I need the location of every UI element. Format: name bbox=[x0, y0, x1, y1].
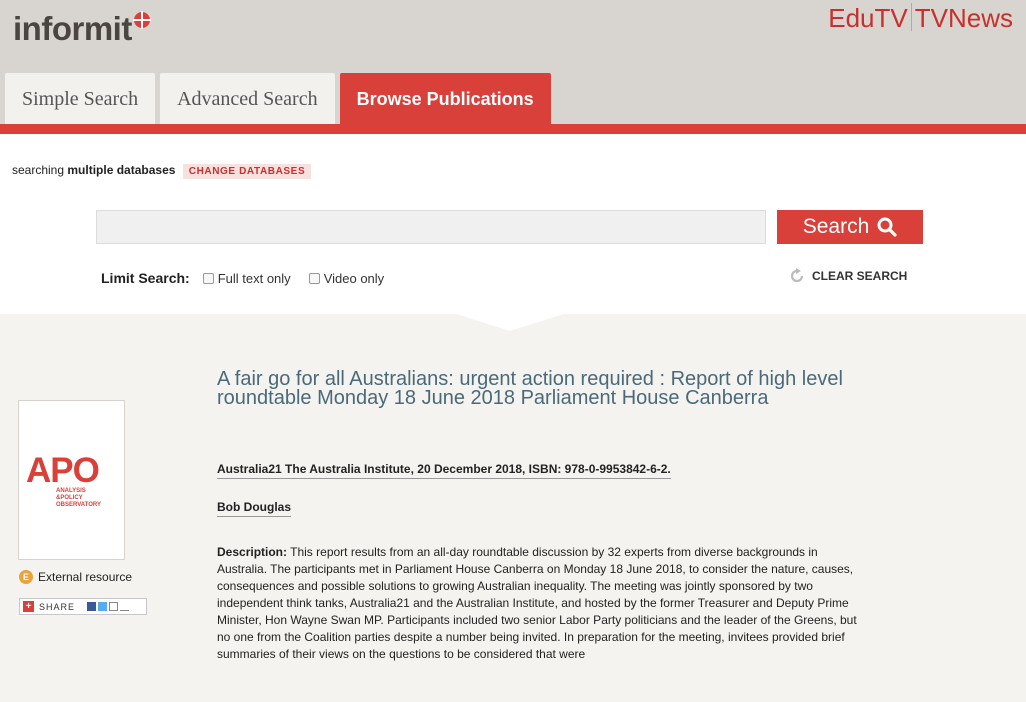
description-label: Description: bbox=[217, 545, 288, 559]
full-text-label[interactable]: Full text only bbox=[218, 271, 291, 286]
publication-description: Description: This report results from an… bbox=[217, 544, 867, 663]
tab-underline bbox=[0, 124, 1026, 134]
change-databases-button[interactable]: CHANGE DATABASES bbox=[182, 164, 312, 179]
top-links: EduTV TVNews bbox=[828, 3, 1013, 34]
share-label: SHARE bbox=[39, 601, 76, 612]
site-header: informit EduTV TVNews Simple Search Advan… bbox=[0, 0, 1026, 127]
description-text: This report results from an all-day roun… bbox=[217, 545, 857, 661]
more-icon[interactable] bbox=[120, 602, 130, 611]
publication-cover[interactable]: APO ANALYSIS &POLICY OBSERVATORY bbox=[18, 400, 125, 560]
panel-pointer bbox=[453, 313, 567, 331]
publication-meta[interactable]: Australia21 The Australia Institute, 20 … bbox=[217, 462, 671, 479]
twitter-icon[interactable] bbox=[98, 602, 108, 611]
search-tabs: Simple Search Advanced Search Browse Pub… bbox=[5, 73, 556, 125]
tab-browse-publications[interactable]: Browse Publications bbox=[339, 73, 551, 125]
facebook-icon[interactable] bbox=[87, 602, 97, 611]
db-prefix: searching bbox=[12, 163, 65, 177]
search-button-label: Search bbox=[802, 215, 870, 238]
publication-title[interactable]: A fair go for all Australians: urgent ac… bbox=[217, 369, 897, 408]
refresh-icon bbox=[790, 268, 804, 283]
cover-subtitle: ANALYSIS &POLICY OBSERVATORY bbox=[56, 488, 101, 509]
link-divider bbox=[910, 3, 912, 31]
share-plus-icon: + bbox=[23, 601, 34, 612]
tab-advanced-search[interactable]: Advanced Search bbox=[160, 73, 335, 125]
cover-logo: APO bbox=[26, 451, 100, 490]
tab-simple-search[interactable]: Simple Search bbox=[5, 73, 156, 125]
search-input[interactable] bbox=[96, 210, 766, 244]
database-selection: searching multiple databases CHANGE DATA… bbox=[12, 163, 312, 179]
search-button[interactable]: Search bbox=[777, 210, 923, 244]
cover-sub-line: &POLICY bbox=[56, 495, 83, 501]
video-only-checkbox[interactable] bbox=[308, 272, 320, 284]
tvnews-link[interactable]: TVNews bbox=[915, 3, 1013, 33]
share-button[interactable]: + SHARE bbox=[19, 598, 147, 615]
external-resource[interactable]: E External resource bbox=[19, 570, 132, 584]
logo-text: informit bbox=[13, 10, 132, 47]
search-icon bbox=[877, 217, 897, 237]
publication-author[interactable]: Bob Douglas bbox=[217, 500, 291, 517]
limit-search: Limit Search: Full text only Video only bbox=[101, 270, 402, 286]
logo-mark-icon bbox=[133, 11, 151, 29]
informit-logo[interactable]: informit bbox=[13, 10, 151, 48]
full-text-checkbox[interactable] bbox=[202, 272, 214, 284]
cover-sub-line: OBSERVATORY bbox=[56, 502, 102, 508]
external-resource-label: External resource bbox=[38, 570, 133, 584]
db-selected: multiple databases bbox=[67, 163, 176, 177]
limit-search-label: Limit Search: bbox=[101, 270, 190, 286]
email-icon[interactable] bbox=[109, 602, 119, 611]
clear-search-label: CLEAR SEARCH bbox=[812, 269, 908, 283]
edutv-link[interactable]: EduTV bbox=[828, 3, 908, 33]
video-only-label[interactable]: Video only bbox=[324, 271, 384, 286]
cover-sub-line: ANALYSIS bbox=[56, 488, 86, 494]
external-resource-icon: E bbox=[19, 570, 33, 584]
search-panel: searching multiple databases CHANGE DATA… bbox=[0, 134, 1026, 314]
clear-search-button[interactable]: CLEAR SEARCH bbox=[789, 268, 907, 284]
